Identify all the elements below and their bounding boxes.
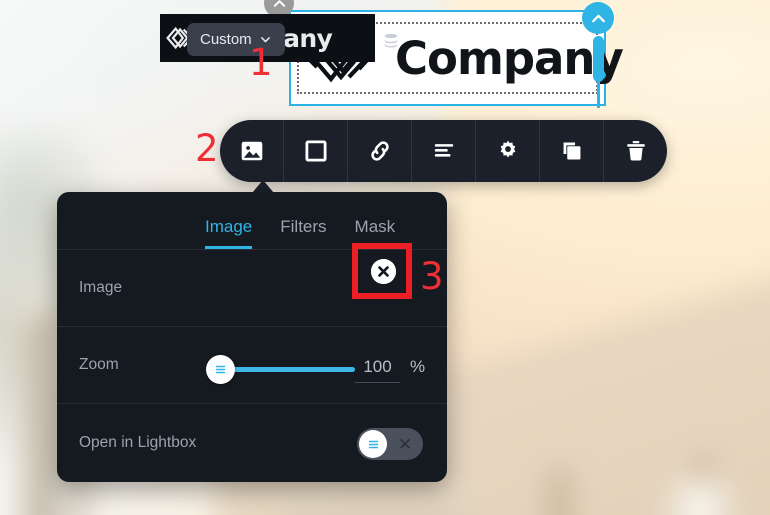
link-icon: [370, 141, 389, 161]
tab-image[interactable]: Image: [205, 217, 253, 249]
resize-handle-right[interactable]: [593, 36, 604, 82]
chevron-up-icon: [591, 14, 605, 22]
copy-icon: [563, 142, 580, 160]
toolbar-settings-button[interactable]: [476, 120, 540, 182]
toolbar-link-button[interactable]: [348, 120, 412, 182]
square-icon: [304, 140, 327, 162]
open-in-lightbox-toggle[interactable]: ✕: [357, 428, 423, 460]
image-source-value: Custom: [200, 31, 252, 48]
trash-icon: [626, 141, 645, 161]
zoom-slider-knob[interactable]: [206, 355, 235, 384]
align-left-icon: [434, 144, 453, 157]
toolbar-duplicate-button[interactable]: [540, 120, 604, 182]
toolbar-align-button[interactable]: [412, 120, 476, 182]
annotation-number-2: 2: [195, 127, 219, 170]
label-image: Image: [79, 279, 123, 296]
collapse-chevron-button[interactable]: [582, 2, 614, 34]
chevron-up-icon: [273, 0, 285, 7]
label-open-in-lightbox: Open in Lightbox: [79, 433, 197, 451]
toggle-knob: [359, 430, 387, 458]
toolbar-shape-button[interactable]: [284, 120, 348, 182]
zoom-unit-label: %: [410, 357, 426, 376]
toggle-handle-icon: [368, 440, 378, 448]
toolbar-image-button[interactable]: [220, 120, 284, 182]
image-icon: [241, 141, 262, 161]
block-toolbar: [220, 120, 667, 182]
resize-handle-line: [597, 78, 600, 108]
toolbar-delete-button[interactable]: [604, 120, 667, 182]
tab-filters[interactable]: Filters: [280, 217, 326, 249]
gear-icon: [500, 140, 515, 158]
company-logo-text: Company: [395, 31, 624, 85]
remove-image-button[interactable]: [371, 259, 396, 284]
label-zoom: Zoom: [79, 356, 119, 373]
panel-tab-bar: Image Filters Mask: [57, 192, 447, 250]
annotation-number-3: 3: [420, 255, 444, 298]
close-circle-icon: [371, 259, 396, 284]
editor-canvas: Company Image Filters Mask Image Zoom Op…: [0, 0, 770, 515]
layers-icon[interactable]: [381, 31, 401, 51]
close-icon: ✕: [397, 434, 413, 454]
slider-handle-icon: [215, 365, 226, 374]
annotation-number-1: 1: [249, 41, 273, 84]
zoom-value-input[interactable]: 100: [355, 357, 400, 383]
